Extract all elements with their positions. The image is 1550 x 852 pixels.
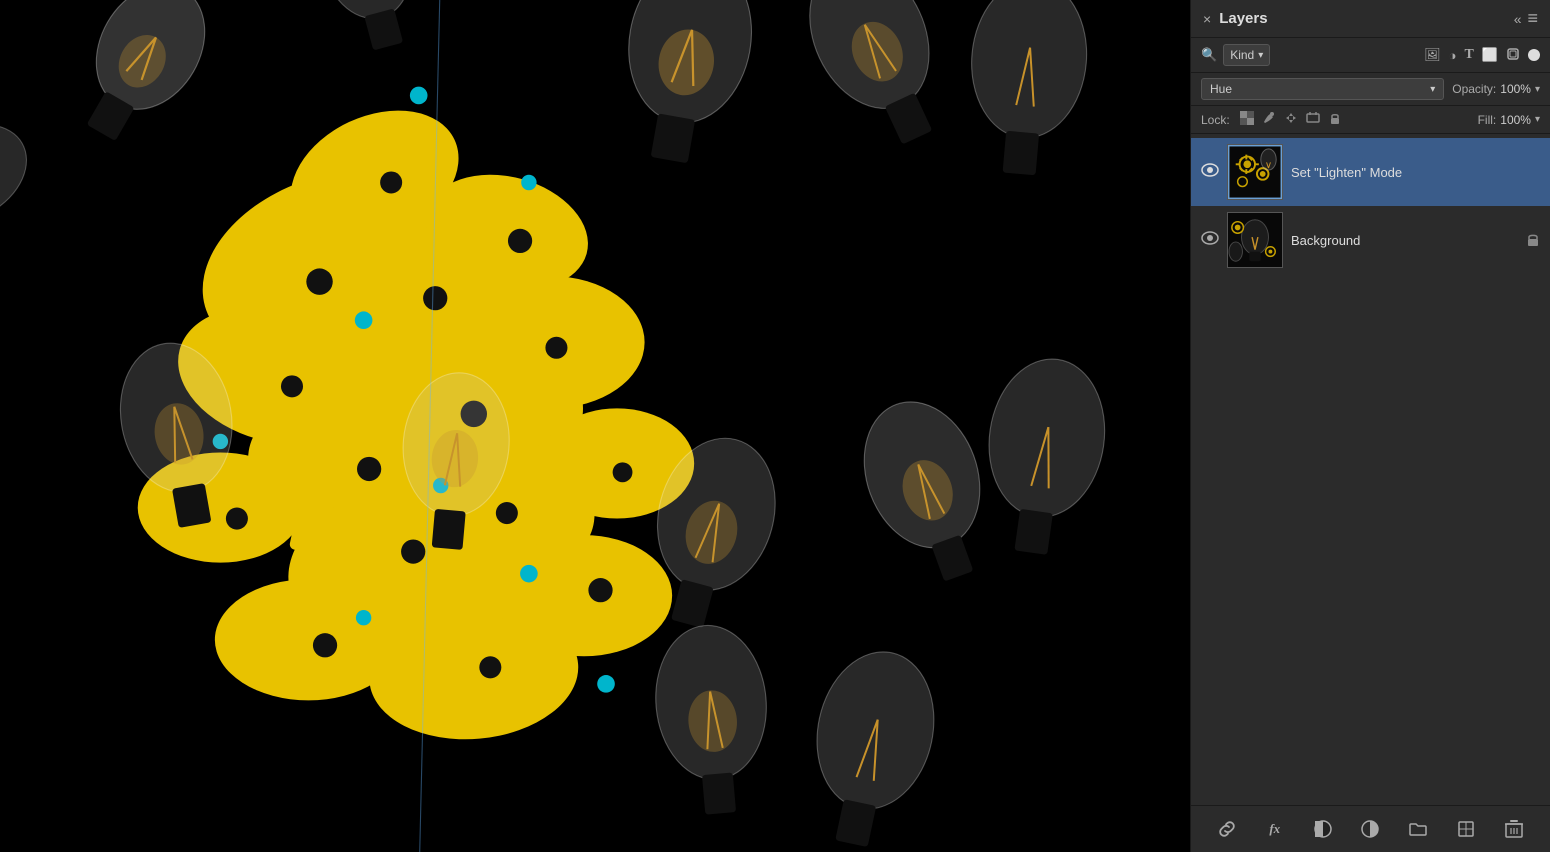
- filter-icons: 🖼 ◑ T ⬜: [1424, 47, 1540, 64]
- add-layer-style-button[interactable]: fx: [1260, 814, 1290, 844]
- artwork-canvas: [0, 0, 1190, 852]
- blend-mode-chevron: ▾: [1430, 84, 1435, 95]
- mask-icon: [1313, 819, 1333, 839]
- trash-icon: [1505, 819, 1523, 839]
- lock-position-button[interactable]: [1284, 111, 1298, 128]
- layer-item-lighten[interactable]: Set "Lighten" Mode: [1191, 138, 1550, 206]
- lock-artboard-button[interactable]: [1306, 111, 1320, 128]
- half-circle-icon: [1360, 819, 1380, 839]
- adjustment-filter-icon: ◑: [1449, 48, 1457, 63]
- lock-fill-row: Lock:: [1191, 106, 1550, 134]
- layer-visibility-button-lighten[interactable]: [1201, 163, 1219, 182]
- lock-position-icon: [1284, 111, 1298, 125]
- layer-item-background[interactable]: Background: [1191, 206, 1550, 274]
- layers-panel: × Layers « ≡ 🔍 Kind ▾ 🖼 ◑ T: [1190, 0, 1550, 852]
- delete-layer-button[interactable]: [1499, 814, 1529, 844]
- layer-thumbnail-background: [1227, 212, 1283, 268]
- smart-object-filter-icon: [1506, 47, 1520, 64]
- fill-label: Fill:: [1478, 113, 1497, 127]
- filter-dot-indicator: [1528, 49, 1540, 61]
- layer-mask-alt-icon: [1456, 819, 1476, 839]
- close-icon: ×: [1203, 11, 1211, 27]
- shape-filter-icon: ⬜: [1482, 47, 1498, 63]
- layers-toolbar: fx: [1191, 805, 1550, 852]
- opacity-value[interactable]: 100%: [1500, 82, 1531, 96]
- kind-filter-select[interactable]: Kind ▾: [1223, 44, 1270, 66]
- layer-name-lighten: Set "Lighten" Mode: [1291, 165, 1540, 180]
- layer-thumbnail-lighten: [1227, 144, 1283, 200]
- panel-title: Layers: [1211, 10, 1514, 27]
- thumbnail-background-svg: [1228, 213, 1282, 267]
- folder-icon: [1408, 819, 1428, 839]
- filter-bar: 🔍 Kind ▾ 🖼 ◑ T ⬜: [1191, 38, 1550, 73]
- kind-filter-chevron: ▾: [1258, 50, 1263, 61]
- filter-smart-object-button[interactable]: [1506, 47, 1520, 64]
- layer-via-copy-button[interactable]: [1451, 814, 1481, 844]
- canvas-content: [0, 0, 1190, 852]
- opacity-chevron[interactable]: ▾: [1535, 84, 1540, 95]
- search-icon: 🔍: [1201, 47, 1217, 63]
- lock-all-button[interactable]: [1328, 111, 1342, 128]
- lock-transparency-icon: [1240, 111, 1254, 125]
- lock-image-button[interactable]: [1262, 111, 1276, 128]
- lock-artboard-icon: [1306, 111, 1320, 125]
- layers-list: Set "Lighten" Mode: [1191, 134, 1550, 805]
- panel-menu-button[interactable]: ≡: [1527, 8, 1538, 29]
- thumbnail-lighten-svg: [1228, 145, 1282, 199]
- filter-shape-button[interactable]: ⬜: [1482, 47, 1498, 63]
- image-filter-icon: 🖼: [1424, 47, 1441, 63]
- filter-type-button[interactable]: T: [1464, 47, 1473, 63]
- type-filter-icon: T: [1464, 47, 1473, 63]
- panel-header: × Layers « ≡: [1191, 0, 1550, 38]
- blend-mode-select[interactable]: Hue ▾: [1201, 78, 1444, 100]
- lock-image-icon: [1262, 111, 1276, 125]
- add-mask-button[interactable]: [1308, 814, 1338, 844]
- layer-visibility-button-background[interactable]: [1201, 231, 1219, 250]
- lock-icon: [1526, 231, 1540, 247]
- lock-all-icon: [1328, 111, 1342, 125]
- panel-collapse-button[interactable]: «: [1514, 11, 1522, 27]
- eye-icon-background: [1201, 231, 1219, 245]
- filter-image-button[interactable]: 🖼: [1424, 47, 1441, 63]
- kind-filter-label: Kind: [1230, 48, 1254, 62]
- fill-control: Fill: 100% ▾: [1478, 113, 1540, 127]
- blend-mode-value: Hue: [1210, 82, 1232, 96]
- lock-icons-group: [1240, 111, 1342, 128]
- filter-adjustment-button[interactable]: ◑: [1449, 48, 1457, 63]
- link-layers-button[interactable]: [1212, 814, 1242, 844]
- link-icon: [1217, 819, 1237, 839]
- opacity-label: Opacity:: [1452, 82, 1496, 96]
- new-group-button[interactable]: [1403, 814, 1433, 844]
- layer-lock-icon-background: [1526, 231, 1540, 250]
- lock-transparency-button[interactable]: [1240, 111, 1254, 128]
- opacity-control: Opacity: 100% ▾: [1452, 82, 1540, 96]
- lock-label: Lock:: [1201, 113, 1230, 127]
- blend-mode-row: Hue ▾ Opacity: 100% ▾: [1191, 73, 1550, 106]
- fx-icon: fx: [1269, 821, 1280, 837]
- fill-value[interactable]: 100%: [1500, 113, 1531, 127]
- eye-icon-lighten: [1201, 163, 1219, 177]
- layer-name-background: Background: [1291, 233, 1518, 248]
- fill-chevron[interactable]: ▾: [1535, 114, 1540, 125]
- panel-close-button[interactable]: ×: [1203, 11, 1211, 27]
- menu-icon: ≡: [1527, 8, 1538, 28]
- new-fill-adjustment-button[interactable]: [1355, 814, 1385, 844]
- canvas-area: [0, 0, 1190, 852]
- collapse-icon: «: [1514, 11, 1522, 27]
